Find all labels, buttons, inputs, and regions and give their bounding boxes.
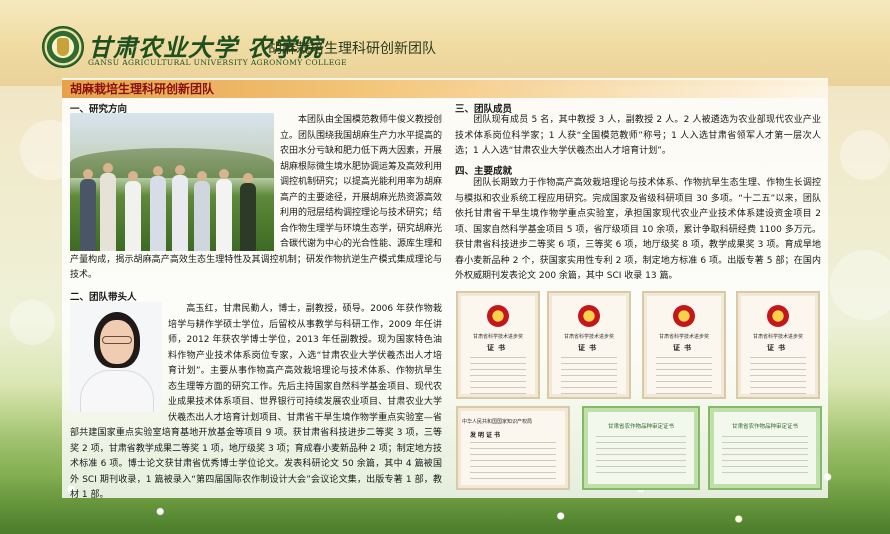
header: 甘肃农业大学 农学院 GANSU AGRICULTURAL UNIVERSITY…	[0, 0, 890, 86]
variety-approval-certificate: 甘肃省农作物品种审定证书	[582, 406, 700, 490]
national-emblem-icon	[673, 305, 695, 327]
university-logo-icon	[42, 26, 84, 68]
national-emblem-icon	[578, 305, 600, 327]
section-text-achievements: 团队长期致力于作物高产高效栽培理论与技术体系、作物抗旱生态生理、作物生长调控与模…	[455, 178, 821, 281]
page-title: 胡麻栽培生理科研创新团队	[70, 82, 215, 96]
variety-approval-certificate: 甘肃省农作物品种审定证书	[708, 406, 822, 490]
patent-certificate: 中华人民共和国国家知识产权局 发明证书	[456, 406, 570, 490]
section-text-research: 本团队由全国模范教师牛俊义教授创立。团队围绕我国胡麻生产力水平提高的农田水分亏缺…	[70, 115, 443, 280]
award-certificate: 甘肃省科学技术进步奖 证书	[547, 291, 631, 399]
national-emblem-icon	[487, 305, 509, 327]
section-heading-leader: 二、团队带头人	[70, 292, 137, 303]
award-certificate: 甘肃省科学技术进步奖 证书	[642, 291, 726, 399]
national-emblem-icon	[767, 305, 789, 327]
title-bar: 胡麻栽培生理科研创新团队	[62, 80, 828, 98]
section-text-leader: 高玉红，甘肃民勤人，博士，副教授，硕导。2006 年获作物栽培学与耕作学硕士学位…	[70, 304, 442, 500]
brand-subtitle: GANSU AGRICULTURAL UNIVERSITY AGRONOMY C…	[88, 58, 347, 67]
award-certificate: 甘肃省科学技术进步奖 证书	[736, 291, 820, 399]
section-heading-achievements: 四、主要成就	[455, 166, 513, 177]
section-text-members: 团队现有成员 5 名，其中教授 3 人，副教授 2 人。2 人被遴选为农业部现代…	[455, 115, 821, 156]
header-team-name: 胡麻栽培生理科研创新团队	[268, 41, 436, 57]
award-certificate: 甘肃省科学技术进步奖 证书	[456, 291, 540, 399]
